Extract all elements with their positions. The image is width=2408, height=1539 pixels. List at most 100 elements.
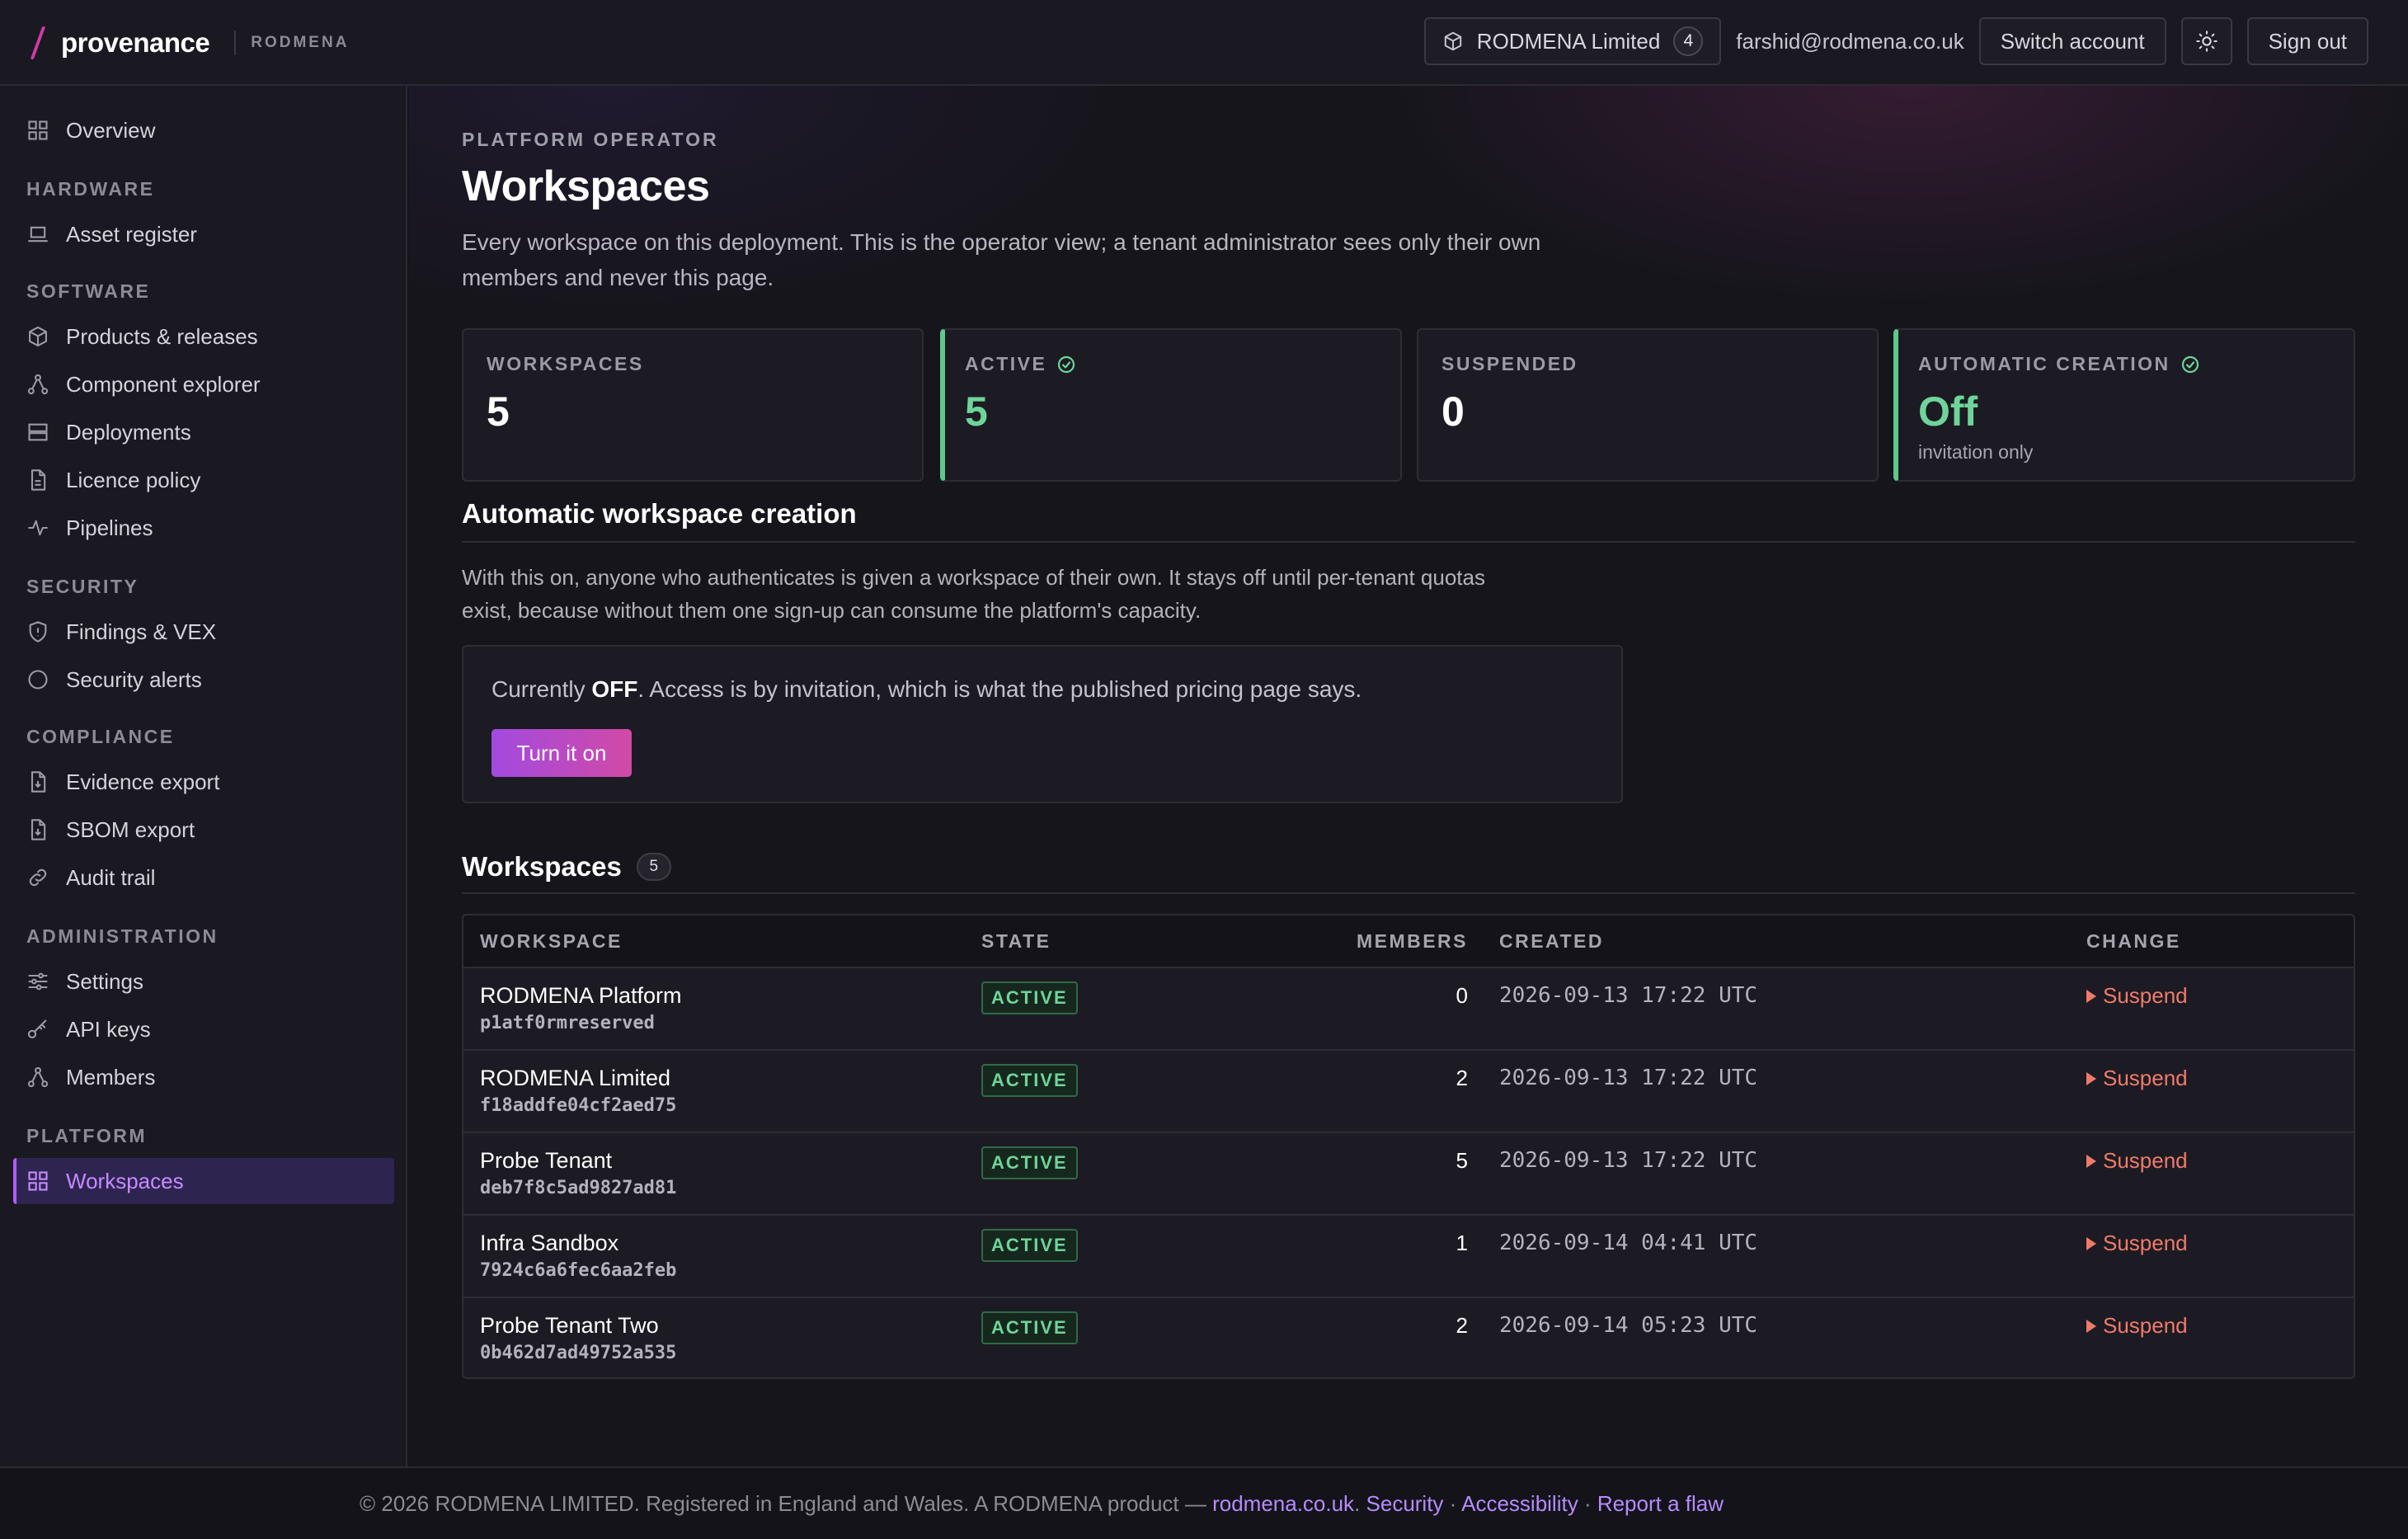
theme-toggle-button[interactable] xyxy=(2180,17,2232,65)
suspend-button[interactable]: Suspend xyxy=(2086,1231,2188,1256)
suspend-label: Suspend xyxy=(2103,1231,2188,1255)
auto-creation-status-panel: Currently OFF. Access is by invitation, … xyxy=(462,645,1623,803)
column-header-change: CHANGE xyxy=(2086,930,2181,952)
state-badge: ACTIVE xyxy=(981,1311,1078,1344)
cube-icon xyxy=(1444,31,1461,51)
sidebar-item-asset-register[interactable]: Asset register xyxy=(13,211,394,257)
suspend-label: Suspend xyxy=(2103,1148,2188,1173)
created-timestamp: 2026-09-13 17:22 UTC xyxy=(1499,1148,1758,1173)
state-badge: ACTIVE xyxy=(981,981,1078,1014)
member-count: 2 xyxy=(1456,1066,1468,1090)
table-row: RODMENA Limited f18addfe04cf2aed75 ACTIV… xyxy=(463,1051,2354,1133)
footer-link-accessibility[interactable]: Accessibility xyxy=(1461,1491,1578,1516)
sidebar-item-sbom-export[interactable]: SBOM export xyxy=(13,807,394,853)
sidebar-item-label: Deployments xyxy=(66,419,191,445)
sidebar-section-platform: PLATFORM xyxy=(26,1125,148,1146)
top-actions: RODMENA Limited 4 farshid@rodmena.co.uk … xyxy=(1423,16,2368,66)
stat-value: 5 xyxy=(487,388,510,435)
sidebar-item-label: Members xyxy=(66,1064,156,1090)
column-header-state[interactable]: STATE xyxy=(981,930,1051,953)
suspend-button[interactable]: Suspend xyxy=(2086,1313,2188,1339)
status-prefix: Currently xyxy=(491,676,592,702)
stat-value: 5 xyxy=(965,388,988,435)
stat-value: 0 xyxy=(1442,388,1465,435)
sidebar-item-pipelines[interactable]: Pipelines xyxy=(13,505,394,551)
sidebar-item-overview[interactable]: Overview xyxy=(13,107,394,153)
sidebar-item-products[interactable]: Products & releases xyxy=(13,313,394,360)
suspend-button[interactable]: Suspend xyxy=(2086,1148,2188,1174)
sidebar-item-settings[interactable]: Settings xyxy=(13,958,394,1005)
user-email: farshid@rodmena.co.uk xyxy=(1736,28,1964,54)
file-export-icon xyxy=(31,819,46,840)
sidebar-item-label: Settings xyxy=(66,968,143,994)
sidebar-item-findings[interactable]: Findings & VEX xyxy=(13,609,394,655)
switch-account-button[interactable]: Switch account xyxy=(1978,17,2166,65)
shield-icon xyxy=(29,621,47,642)
suspend-label: Suspend xyxy=(2103,983,2188,1008)
member-count: 1 xyxy=(1456,1231,1468,1255)
circle-icon xyxy=(28,670,48,689)
sidebar-section-security: SECURITY xyxy=(26,576,139,597)
sidebar-item-label: Overview xyxy=(66,117,156,143)
column-header-created[interactable]: CREATED xyxy=(1499,930,1604,953)
created-timestamp: 2026-09-14 05:23 UTC xyxy=(1499,1313,1758,1338)
tenant-count-badge: 4 xyxy=(1673,26,1704,56)
table-row: RODMENA Platform p1atf0rmreserved ACTIVE… xyxy=(463,968,2354,1051)
footer-link-security[interactable]: Security xyxy=(1366,1491,1444,1516)
column-header-workspace[interactable]: WORKSPACE xyxy=(480,930,623,953)
link-icon xyxy=(29,868,47,887)
sidebar-item-label: Component explorer xyxy=(66,371,261,397)
workspaces-section-title: Workspaces 5 xyxy=(462,851,671,882)
grid-icon xyxy=(28,1171,48,1191)
auto-creation-title: Automatic workspace creation xyxy=(462,498,857,529)
suspend-button[interactable]: Suspend xyxy=(2086,983,2188,1009)
member-count: 2 xyxy=(1456,1313,1468,1338)
sliders-icon xyxy=(28,972,48,991)
sidebar-item-label: Audit trail xyxy=(66,864,156,890)
workspace-id: 0b462d7ad49752a535 xyxy=(480,1343,677,1363)
column-header-members[interactable]: MEMBERS xyxy=(1357,930,1468,953)
sidebar-item-label: Asset register xyxy=(66,221,197,247)
sign-out-button[interactable]: Sign out xyxy=(2246,17,2368,65)
sidebar-item-api-keys[interactable]: API keys xyxy=(13,1006,394,1052)
stat-subtext: invitation only xyxy=(1918,441,2034,463)
member-count: 5 xyxy=(1456,1148,1468,1173)
sidebar-item-deployments[interactable]: Deployments xyxy=(13,409,394,455)
footer-link-site[interactable]: rodmena.co.uk xyxy=(1212,1491,1354,1516)
workspaces-count-badge: 5 xyxy=(636,853,671,881)
sidebar-item-members[interactable]: Members xyxy=(13,1054,394,1100)
workspace-name: Probe Tenant xyxy=(480,1148,613,1173)
tenant-switcher[interactable]: RODMENA Limited 4 xyxy=(1423,17,1722,65)
sidebar-item-label: Licence policy xyxy=(66,467,201,492)
sidebar-section-administration: ADMINISTRATION xyxy=(26,925,219,947)
stat-label-text: WORKSPACES xyxy=(487,353,644,374)
sidebar-item-component-explorer[interactable]: Component explorer xyxy=(13,361,394,407)
workspace-id: 7924c6a6fec6aa2feb xyxy=(480,1260,677,1281)
footer-separator: · xyxy=(1443,1491,1462,1516)
created-timestamp: 2026-09-14 04:41 UTC xyxy=(1499,1231,1758,1255)
sidebar-item-licence-policy[interactable]: Licence policy xyxy=(13,457,394,503)
page-title: Workspaces xyxy=(462,162,710,210)
key-icon xyxy=(27,1019,47,1038)
sidebar-nav: Overview HARDWARE Asset register SOFTWAR… xyxy=(0,0,407,1466)
footer-copyright: © 2026 RODMENA LIMITED. Registered in En… xyxy=(360,1491,1213,1516)
table-row: Probe Tenant Two 0b462d7ad49752a535 ACTI… xyxy=(463,1298,2354,1377)
turn-it-on-button[interactable]: Turn it on xyxy=(491,729,632,777)
page-description: Every workspace on this deployment. This… xyxy=(462,229,1541,290)
sidebar-item-workspaces[interactable]: Workspaces xyxy=(13,1158,394,1204)
state-badge: ACTIVE xyxy=(981,1229,1078,1262)
state-badge: ACTIVE xyxy=(981,1146,1078,1179)
sidebar-item-evidence-export[interactable]: Evidence export xyxy=(13,759,394,805)
stat-card-workspaces: WORKSPACES 5 xyxy=(462,328,924,482)
stat-card-suspended: SUSPENDED 0 xyxy=(1417,328,1879,482)
footer-link-report-flaw[interactable]: Report a flaw xyxy=(1597,1491,1724,1516)
laptop-icon xyxy=(28,226,48,242)
box-icon xyxy=(29,326,47,347)
sidebar-item-audit-trail[interactable]: Audit trail xyxy=(13,854,394,901)
auto-creation-status-text: Currently OFF. Access is by invitation, … xyxy=(491,676,1362,703)
created-timestamp: 2026-09-13 17:22 UTC xyxy=(1499,983,1758,1008)
workspace-name: RODMENA Platform xyxy=(480,983,682,1008)
suspend-button[interactable]: Suspend xyxy=(2086,1066,2188,1091)
stat-label-text: AUTOMATIC CREATION xyxy=(1918,353,2170,374)
sidebar-item-security-alerts[interactable]: Security alerts xyxy=(13,657,394,703)
